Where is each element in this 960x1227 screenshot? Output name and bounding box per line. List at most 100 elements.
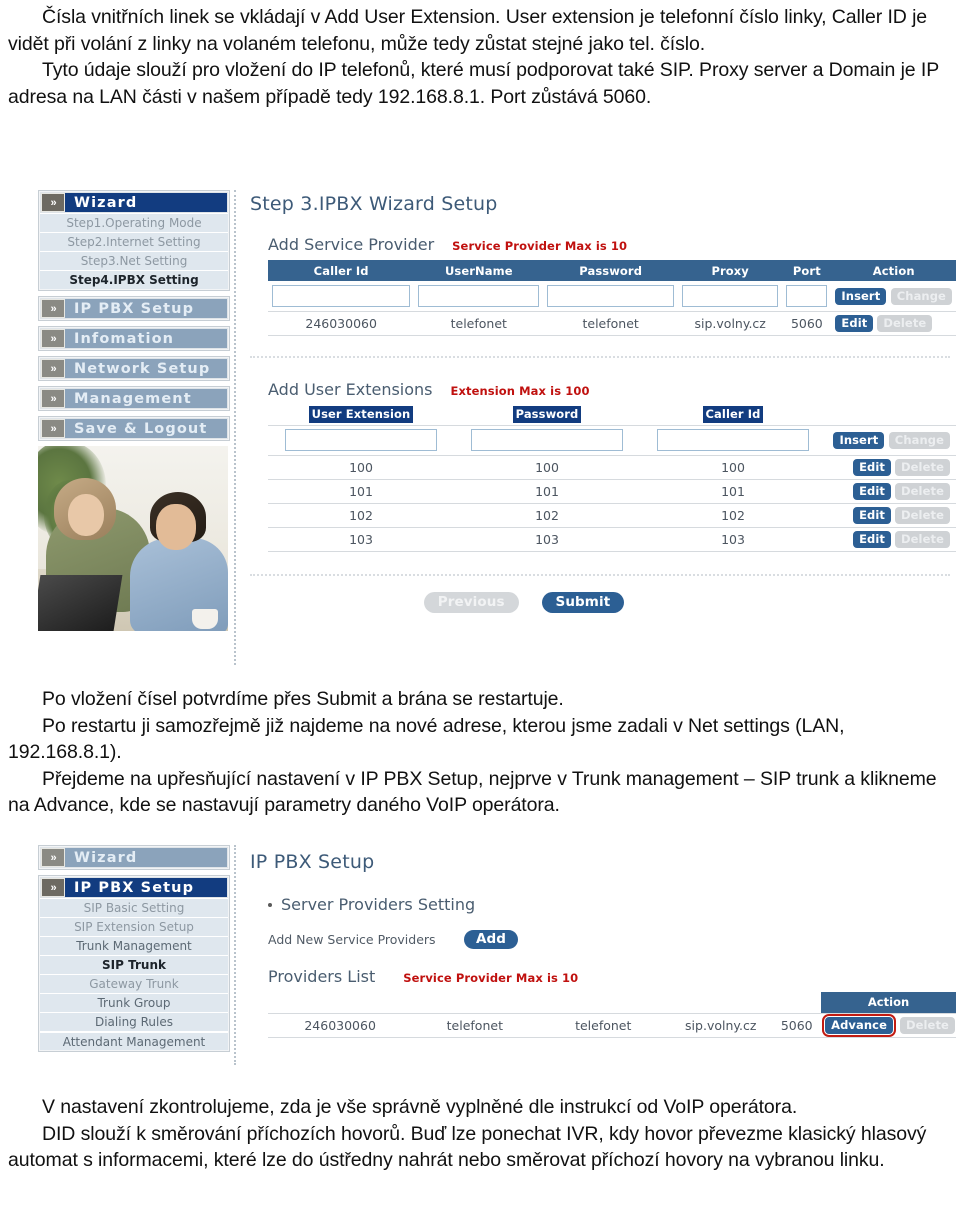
section-note: Extension Max is 100 [450,383,590,398]
add-user-extensions-section: Add User Extensions Extension Max is 100… [250,380,958,552]
nav-group-wizard[interactable]: » Wizard [38,845,230,870]
delete-button[interactable]: Delete [895,506,950,524]
sidebar-item-management[interactable]: » Management [40,388,228,409]
username-input[interactable] [418,284,540,307]
sidebar-item-trunk-management[interactable]: Trunk Management [40,936,228,955]
sidebar-item-ip-pbx-setup[interactable]: » IP PBX Setup [40,877,228,898]
sidebar-item-attendant-management[interactable]: Attendant Management [40,1031,228,1050]
edit-button[interactable]: Edit [853,530,892,548]
column-header-caller-id: Caller Id [702,405,764,423]
table-row: 100 100 100 Edit Delete [268,455,956,480]
password-input[interactable] [471,429,623,451]
delete-button[interactable]: Delete [877,314,933,332]
delete-button[interactable]: Delete [899,1016,955,1034]
nav-group-save-logout[interactable]: » Save & Logout [38,416,230,441]
paragraph-5: Přejdeme na upřesňující nastavení v IP P… [8,767,937,817]
cell-user-extension: 102 [268,503,454,528]
cell-port: 5060 [782,311,832,336]
table-row: 102 102 102 Edit Delete [268,503,956,528]
delete-button[interactable]: Delete [895,458,950,476]
paragraph-4: Po restartu ji samozřejmě již najdeme na… [8,714,845,764]
column-header-password: Password [543,260,679,281]
previous-button[interactable]: Previous [423,591,519,613]
table-row: 246030060 telefonet telefonet sip.volny.… [268,311,956,336]
sidebar-item-sip-extension-setup[interactable]: SIP Extension Setup [40,917,228,936]
change-button[interactable]: Change [888,432,950,449]
add-new-service-providers-label: Add New Service Providers [268,932,436,947]
nav-group-management[interactable]: » Management [38,386,230,411]
service-provider-table: Caller Id UserName Password Proxy Port A… [268,260,956,336]
sidebar-item-wizard[interactable]: » Wizard [40,192,228,213]
sidebar-item-step3[interactable]: Step3.Net Setting [40,251,228,270]
caller-id-input[interactable] [657,429,809,451]
sidebar-item-sip-basic-setting[interactable]: SIP Basic Setting [40,898,228,917]
sidebar-item-infomation[interactable]: » Infomation [40,328,228,349]
column-header-user-extension: User Extension [308,405,414,423]
sidebar-item-gateway-trunk[interactable]: Gateway Trunk [40,974,228,993]
section-divider-2 [250,573,950,576]
table-input-row[interactable]: Insert Change [268,281,956,312]
sidebar-item-step4[interactable]: Step4.IPBX Setting [40,270,228,289]
sidebar-item-step2[interactable]: Step2.Internet Setting [40,232,228,251]
table-row: 246030060 telefonet telefonet sip.volny.… [268,1012,956,1038]
nav-group-wizard[interactable]: » Wizard Step1.Operating Mode Step2.Inte… [38,190,230,291]
sidebar-item-sip-trunk[interactable]: SIP Trunk [40,955,228,974]
paragraph-3: Po vložení čísel potvrdíme přes Submit a… [42,688,564,710]
password-input[interactable] [547,284,675,307]
sidebar-item-network-setup[interactable]: » Network Setup [40,358,228,379]
sidebar-item-trunk-group[interactable]: Trunk Group [40,993,228,1012]
providers-list-table: Action 246030060 telefonet telefonet sip… [268,992,956,1038]
cell-caller-id: 102 [640,503,826,528]
proxy-input[interactable] [682,284,779,307]
delete-button[interactable]: Delete [895,530,950,548]
cell-password: telefonet [543,311,679,336]
paragraph-7: DID slouží k směrování příchozích hovorů… [8,1122,927,1172]
sidebar-item-ip-pbx-setup[interactable]: » IP PBX Setup [40,298,228,319]
pbx-sidebar[interactable]: » Wizard » IP PBX Setup SIP Basic Settin… [38,845,230,1057]
wizard-main-panel: Step 3.IPBX Wizard Setup Add Service Pro… [250,190,958,613]
sidebar-item-wizard[interactable]: » Wizard [40,847,228,868]
column-header-proxy: Proxy [678,260,783,281]
table-header-row: Action [268,992,956,1013]
cell-password: 100 [454,455,640,480]
nav-group-infomation[interactable]: » Infomation [38,326,230,351]
column-header-username: UserName [414,260,544,281]
sidebar-item-label: Network Setup [74,360,211,377]
user-extension-input[interactable] [285,429,437,451]
section-heading: Add User Extensions [268,379,433,399]
submit-button[interactable]: Submit [541,591,625,613]
insert-button[interactable]: Insert [835,287,887,305]
edit-button[interactable]: Edit [853,506,892,524]
delete-button[interactable]: Delete [895,482,950,500]
chevron-right-icon: » [41,878,65,897]
sidebar-item-dialing-rules[interactable]: Dialing Rules [40,1012,228,1031]
cell-caller-id: 100 [640,455,826,480]
paragraph-6: V nastavení zkontrolujeme, zda je vše sp… [42,1096,798,1118]
nav-group-ip-pbx-setup[interactable]: » IP PBX Setup SIP Basic Setting SIP Ext… [38,875,230,1052]
section-note: Service Provider Max is 10 [452,239,628,253]
sidebar-item-step1[interactable]: Step1.Operating Mode [40,213,228,232]
intro-paragraphs: Čísla vnitřních linek se vkládají v Add … [8,4,952,110]
port-input[interactable] [786,284,828,307]
sidebar-divider [234,845,236,1065]
caller-id-input[interactable] [272,284,411,307]
advance-button[interactable]: Advance [822,1013,896,1037]
edit-button[interactable]: Edit [853,458,892,476]
nav-group-network-setup[interactable]: » Network Setup [38,356,230,381]
sidebar-item-label: IP PBX Setup [74,300,195,317]
edit-button[interactable]: Edit [853,482,892,500]
sidebar-item-save-logout[interactable]: » Save & Logout [40,418,228,439]
chevron-right-icon: » [41,419,65,438]
wizard-sidebar[interactable]: » Wizard Step1.Operating Mode Step2.Inte… [38,190,230,631]
add-button[interactable]: Add [464,930,519,949]
cell-port: 5060 [772,1012,822,1038]
bullet-icon [268,902,272,907]
insert-button[interactable]: Insert [833,432,885,449]
table-input-row[interactable]: Insert Change [268,424,956,456]
change-button[interactable]: Change [890,287,952,305]
nav-group-ip-pbx-setup[interactable]: » IP PBX Setup [38,296,230,321]
cell-password: 103 [454,527,640,552]
edit-button[interactable]: Edit [835,314,874,332]
table-header-row: Caller Id UserName Password Proxy Port A… [268,260,956,281]
bottom-paragraphs: V nastavení zkontrolujeme, zda je vše sp… [8,1094,952,1174]
